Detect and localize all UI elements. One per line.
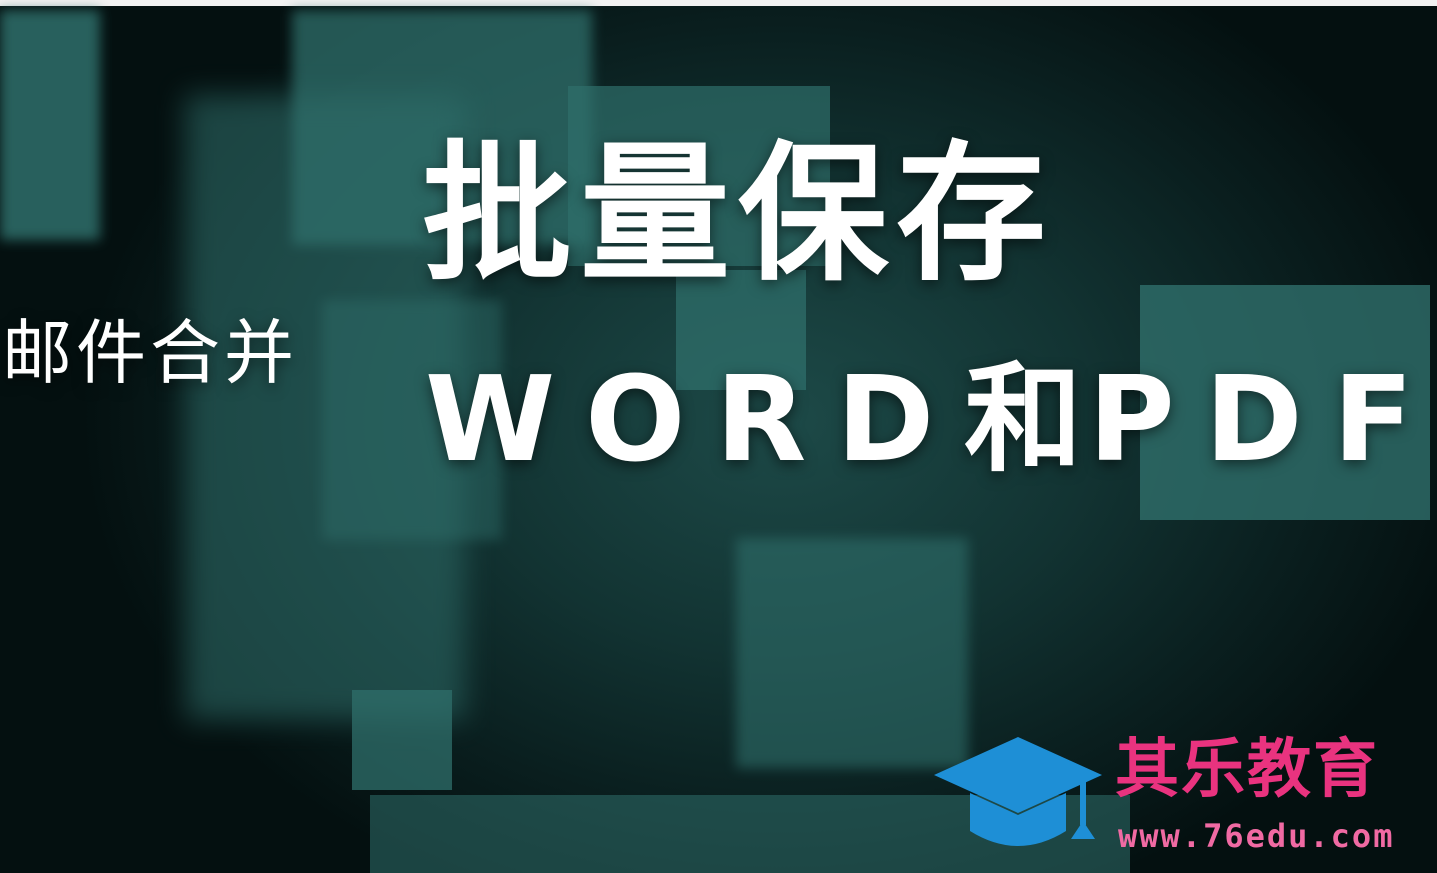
- brand-url: www.76edu.com: [1118, 817, 1395, 855]
- graduation-cap-icon: [934, 737, 1102, 846]
- title-word: WORD: [425, 350, 965, 488]
- side-label: 邮件合并: [2, 312, 298, 394]
- top-border: [0, 0, 1437, 6]
- video-cover: 批量保存 WORD和PDF 邮件合并 其乐教育 www.76edu.com: [0, 0, 1437, 873]
- bg-square: [736, 538, 968, 768]
- bg-square: [0, 10, 100, 240]
- bg-square: [352, 690, 452, 790]
- title-pdf: PDF: [1088, 350, 1437, 488]
- brand-name: 其乐教育: [1115, 733, 1379, 807]
- title-and: 和: [964, 350, 1089, 488]
- title-line-1: 批量保存: [422, 128, 1055, 302]
- title-line-2: WORD和PDF: [425, 360, 1437, 478]
